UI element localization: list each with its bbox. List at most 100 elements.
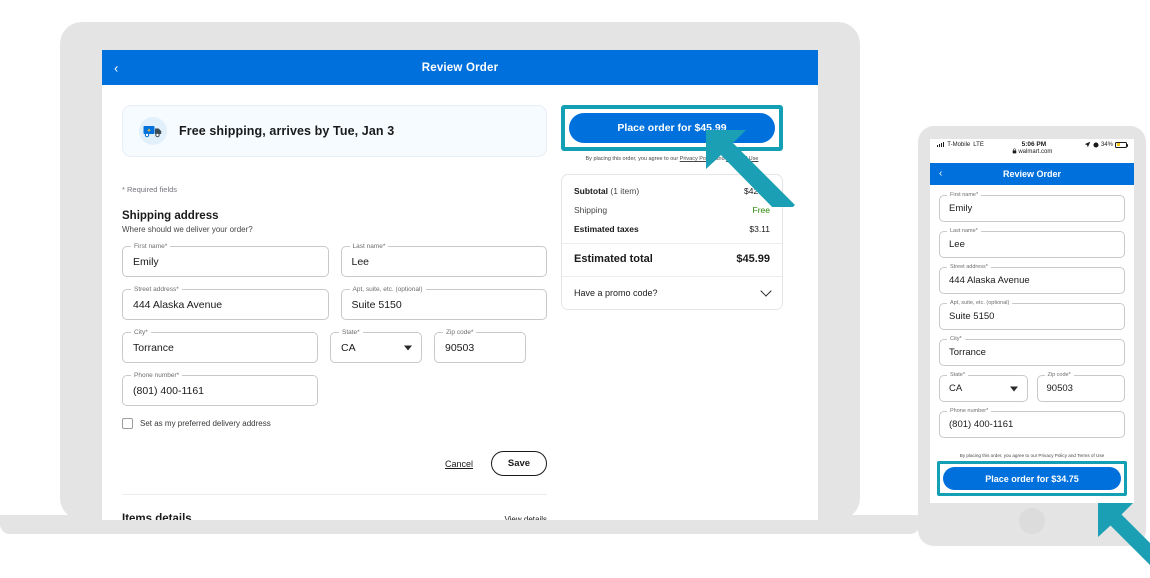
- mobile-place-order-button[interactable]: Place order for $34.75: [943, 467, 1121, 490]
- mobile-status-bar: T-Mobile LTE 5:06 PM 34% walmart.com: [930, 139, 1134, 163]
- summary-row-taxes: Estimated taxes $3.11: [574, 224, 770, 234]
- city-field[interactable]: City* Torrance: [122, 329, 318, 363]
- cancel-button[interactable]: Cancel: [445, 459, 473, 469]
- chevron-left-icon[interactable]: ‹: [114, 61, 118, 74]
- mobile-last-name-value: Lee: [949, 239, 965, 250]
- subtotal-amount: $42.88: [744, 186, 770, 197]
- mobile-apt-suite-field[interactable]: Apt, suite, etc. (optional) Suite 5150: [939, 300, 1125, 330]
- first-name-label: First name*: [131, 243, 171, 250]
- desktop-screen: ‹ Review Order Free shipping, arrives by…: [102, 50, 818, 520]
- city-label: City*: [131, 329, 151, 336]
- mobile-street-address-field[interactable]: Street address* 444 Alaska Avenue: [939, 264, 1125, 294]
- required-fields-note: * Required fields: [122, 185, 178, 194]
- checkbox-icon[interactable]: [122, 418, 133, 429]
- preferred-address-checkbox-row[interactable]: Set as my preferred delivery address: [122, 418, 547, 429]
- delivery-truck-icon: [139, 117, 167, 145]
- mobile-state-zip-row: State* CA Zip code* 90503: [939, 372, 1125, 411]
- signal-bars-icon: [937, 142, 945, 147]
- form-row-city-state-zip: City* Torrance State* CA Zip code* 90503: [122, 329, 547, 363]
- save-button[interactable]: Save: [491, 451, 547, 476]
- apt-suite-value: Suite 5150: [351, 298, 402, 311]
- battery-icon: [1114, 141, 1128, 148]
- alarm-icon: [1093, 141, 1099, 148]
- mobile-zip-code-field[interactable]: Zip code* 90503: [1036, 372, 1125, 402]
- mobile-sticky-footer: By placing this order, you agree to our …: [930, 450, 1134, 503]
- order-summary-rows: Subtotal (1 item) $42.88 Shipping Free E…: [562, 175, 782, 243]
- place-order-button[interactable]: Place order for $45.99: [569, 113, 775, 143]
- phone-number-field[interactable]: Phone number* (801) 400-1161: [122, 372, 318, 406]
- items-details-title: Items details: [122, 513, 192, 520]
- promo-code-label: Have a promo code?: [574, 288, 658, 299]
- desktop-right-column: Place order for $45.99 By placing this o…: [561, 105, 783, 520]
- chevron-down-icon: [1009, 386, 1018, 391]
- mobile-first-name-field[interactable]: First name* Emily: [939, 192, 1125, 222]
- shipping-banner: Free shipping, arrives by Tue, Jan 3: [122, 105, 547, 157]
- mobile-last-name-label: Last name*: [947, 228, 981, 234]
- mobile-city-label: City*: [947, 336, 965, 342]
- phone-home-button[interactable]: [1019, 508, 1045, 534]
- page-title: Review Order: [421, 61, 499, 74]
- lock-icon: [1012, 148, 1016, 154]
- section-title: Shipping address: [122, 210, 219, 222]
- subtotal-label: Subtotal: [574, 186, 608, 197]
- street-address-label: Street address*: [131, 286, 182, 293]
- last-name-label: Last name*: [349, 243, 389, 250]
- apt-suite-label: Apt, suite, etc. (optional): [349, 286, 426, 293]
- form-actions: Cancel Save: [122, 451, 547, 476]
- chevron-down-icon: [760, 285, 772, 297]
- taxes-amount: $3.11: [749, 224, 770, 235]
- disclaimer-mid: and: [713, 156, 727, 162]
- order-summary-card: Subtotal (1 item) $42.88 Shipping Free E…: [561, 174, 783, 311]
- street-address-field[interactable]: Street address* 444 Alaska Avenue: [122, 286, 329, 320]
- browser-url-bar[interactable]: walmart.com: [930, 148, 1134, 155]
- mobile-city-field[interactable]: City* Torrance: [939, 336, 1125, 366]
- chevron-left-icon[interactable]: ‹: [939, 169, 942, 179]
- last-name-value: Lee: [351, 255, 370, 268]
- mobile-phone-number-field[interactable]: Phone number* (801) 400-1161: [939, 408, 1125, 438]
- apt-suite-field[interactable]: Apt, suite, etc. (optional) Suite 5150: [340, 286, 547, 320]
- mobile-order-disclaimer: By placing this order, you agree to our …: [959, 453, 1105, 458]
- shipping-address-form: * Required fields Shipping address Where…: [122, 185, 547, 520]
- form-divider: [122, 494, 547, 495]
- mobile-zip-code-label: Zip code*: [1044, 372, 1074, 378]
- phone-device-mockup: T-Mobile LTE 5:06 PM 34% walmart.com ‹ R…: [918, 126, 1150, 565]
- mobile-first-name-value: Emily: [949, 203, 973, 214]
- mobile-screen: T-Mobile LTE 5:06 PM 34% walmart.com ‹ R…: [930, 139, 1134, 503]
- mobile-zip-code-value: 90503: [1046, 383, 1073, 394]
- city-value: Torrance: [133, 341, 174, 354]
- zip-code-value: 90503: [445, 341, 475, 354]
- form-row-phone: Phone number* (801) 400-1161: [122, 372, 547, 406]
- taxes-label: Estimated taxes: [574, 224, 639, 235]
- mobile-place-order-highlight-box: Place order for $34.75: [937, 461, 1127, 496]
- battery-percent: 34%: [1100, 141, 1113, 148]
- zip-code-field[interactable]: Zip code* 90503: [434, 329, 526, 363]
- estimated-total-label: Estimated total: [574, 253, 653, 266]
- last-name-field[interactable]: Last name* Lee: [340, 243, 547, 277]
- shipping-amount: Free: [752, 205, 770, 216]
- status-bar-right: 34%: [1084, 141, 1128, 148]
- estimated-total-amount: $45.99: [736, 253, 770, 266]
- desktop-topbar: ‹ Review Order: [102, 50, 818, 85]
- privacy-policy-link[interactable]: Privacy Policy: [680, 156, 714, 162]
- mobile-state-label: State*: [947, 372, 968, 378]
- carrier-name: T-Mobile: [947, 141, 971, 148]
- status-bar-time: 5:06 PM: [1021, 141, 1047, 148]
- first-name-field[interactable]: First name* Emily: [122, 243, 329, 277]
- mobile-topbar: ‹ Review Order: [930, 163, 1134, 185]
- mobile-shipping-form: First name* Emily Last name* Lee Street …: [930, 185, 1134, 438]
- terms-of-use-link[interactable]: Terms of Use: [726, 156, 758, 162]
- url-text: walmart.com: [1018, 149, 1053, 155]
- form-spacer: [330, 375, 547, 406]
- promo-code-row[interactable]: Have a promo code?: [562, 276, 782, 309]
- phone-number-label: Phone number*: [131, 372, 183, 379]
- place-order-highlight-box: Place order for $45.99: [561, 105, 783, 151]
- state-select[interactable]: State* CA: [330, 329, 422, 363]
- subtotal-item-count: (1 item): [608, 186, 640, 197]
- preferred-address-label: Set as my preferred delivery address: [140, 419, 271, 428]
- chevron-down-icon: [404, 345, 412, 350]
- desktop-body: Free shipping, arrives by Tue, Jan 3 * R…: [102, 85, 818, 520]
- view-details-link[interactable]: View details: [504, 515, 547, 520]
- mobile-first-name-label: First name*: [947, 192, 982, 198]
- mobile-last-name-field[interactable]: Last name* Lee: [939, 228, 1125, 258]
- mobile-state-select[interactable]: State* CA: [939, 372, 1028, 402]
